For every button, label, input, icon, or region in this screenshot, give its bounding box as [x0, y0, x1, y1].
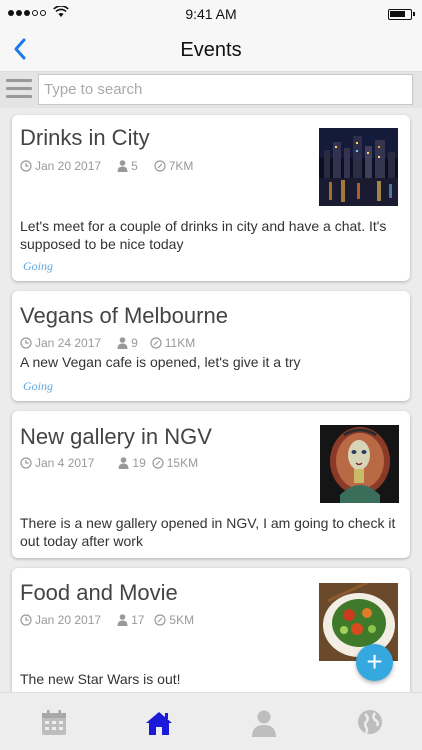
- tab-home[interactable]: [144, 709, 172, 737]
- globe-icon: [358, 710, 382, 734]
- event-attendees: 17: [131, 613, 145, 627]
- status-time: 9:41 AM: [185, 6, 237, 22]
- event-card-vegans-of-melbourne[interactable]: Vegans of Melbourne Jan 24 2017 9 11KM A…: [12, 291, 410, 401]
- event-title: Drinks in City: [20, 125, 150, 150]
- portrait-painting: [320, 425, 399, 503]
- home-icon: [146, 712, 172, 735]
- status-bar: 9:41 AM: [0, 0, 422, 28]
- event-title: New gallery in NGV: [20, 424, 212, 449]
- event-description: There is a new gallery opened in NGV, I …: [20, 515, 396, 549]
- event-list[interactable]: Drinks in City Jan 20 2017 5 7KM Let's m…: [0, 108, 422, 692]
- event-card-new-gallery-in-ngv[interactable]: New gallery in NGV Jan 4 2017 19 15KM Th…: [12, 411, 410, 558]
- tab-calendar[interactable]: [40, 709, 68, 737]
- tab-profile[interactable]: [251, 709, 279, 737]
- clock-icon: [20, 160, 32, 172]
- event-attendees: 9: [131, 336, 138, 350]
- event-status: Going: [23, 379, 53, 393]
- tab-bar: [0, 692, 422, 750]
- distance-icon: [154, 614, 167, 626]
- event-attendees: 5: [131, 159, 138, 173]
- profile-icon: [252, 710, 276, 737]
- event-date: Jan 4 2017: [35, 456, 95, 470]
- clock-icon: [20, 614, 32, 626]
- event-meta: Jan 4 2017 19 15KM: [20, 456, 208, 470]
- clock-icon: [20, 457, 32, 469]
- distance-icon: [154, 160, 166, 172]
- person-icon: [118, 457, 129, 469]
- event-meta: Jan 20 2017 5 7KM: [20, 159, 203, 173]
- menu-icon[interactable]: [6, 79, 32, 101]
- event-meta: Jan 20 2017 17 5KM: [20, 613, 204, 627]
- tab-globe[interactable]: [357, 709, 385, 737]
- event-distance: 15KM: [166, 456, 199, 470]
- person-icon: [117, 160, 128, 172]
- event-distance: 7KM: [168, 159, 194, 173]
- page-title: Events: [180, 39, 242, 61]
- add-event-button[interactable]: +: [356, 644, 393, 681]
- event-title: Vegans of Melbourne: [20, 303, 228, 328]
- navigation-bar: Events: [0, 28, 422, 72]
- distance-icon: [152, 457, 164, 469]
- city-night-photo: [319, 128, 398, 206]
- battery-icon: [388, 9, 415, 20]
- event-distance: 11KM: [164, 336, 196, 350]
- back-button[interactable]: [10, 34, 40, 66]
- event-title: Food and Movie: [20, 580, 178, 605]
- distance-icon: [150, 337, 162, 349]
- event-date: Jan 20 2017: [35, 159, 102, 173]
- event-card-drinks-in-city[interactable]: Drinks in City Jan 20 2017 5 7KM Let's m…: [12, 115, 410, 281]
- event-status: Going: [23, 259, 53, 273]
- event-card-food-and-movie[interactable]: Food and Movie Jan 20 2017 17 5KM The ne…: [12, 568, 410, 692]
- person-icon: [117, 337, 128, 349]
- clock-icon: [20, 337, 32, 349]
- event-description: Let's meet for a couple of drinks in cit…: [20, 218, 387, 252]
- event-date: Jan 24 2017: [35, 336, 102, 350]
- event-image: [319, 128, 398, 206]
- search-input[interactable]: [38, 74, 413, 105]
- search-bar: [0, 72, 422, 108]
- event-date: Jan 20 2017: [35, 613, 102, 627]
- event-distance: 5KM: [169, 613, 195, 627]
- event-image: [320, 425, 399, 503]
- chevron-left-icon: [14, 38, 26, 60]
- calendar-icon: [42, 710, 66, 735]
- event-meta: Jan 24 2017 9 11KM: [20, 336, 205, 350]
- event-description: A new Vegan cafe is opened, let's give i…: [20, 354, 301, 370]
- event-attendees: 19: [132, 456, 146, 470]
- event-description: The new Star Wars is out!: [20, 671, 181, 687]
- person-icon: [117, 614, 128, 626]
